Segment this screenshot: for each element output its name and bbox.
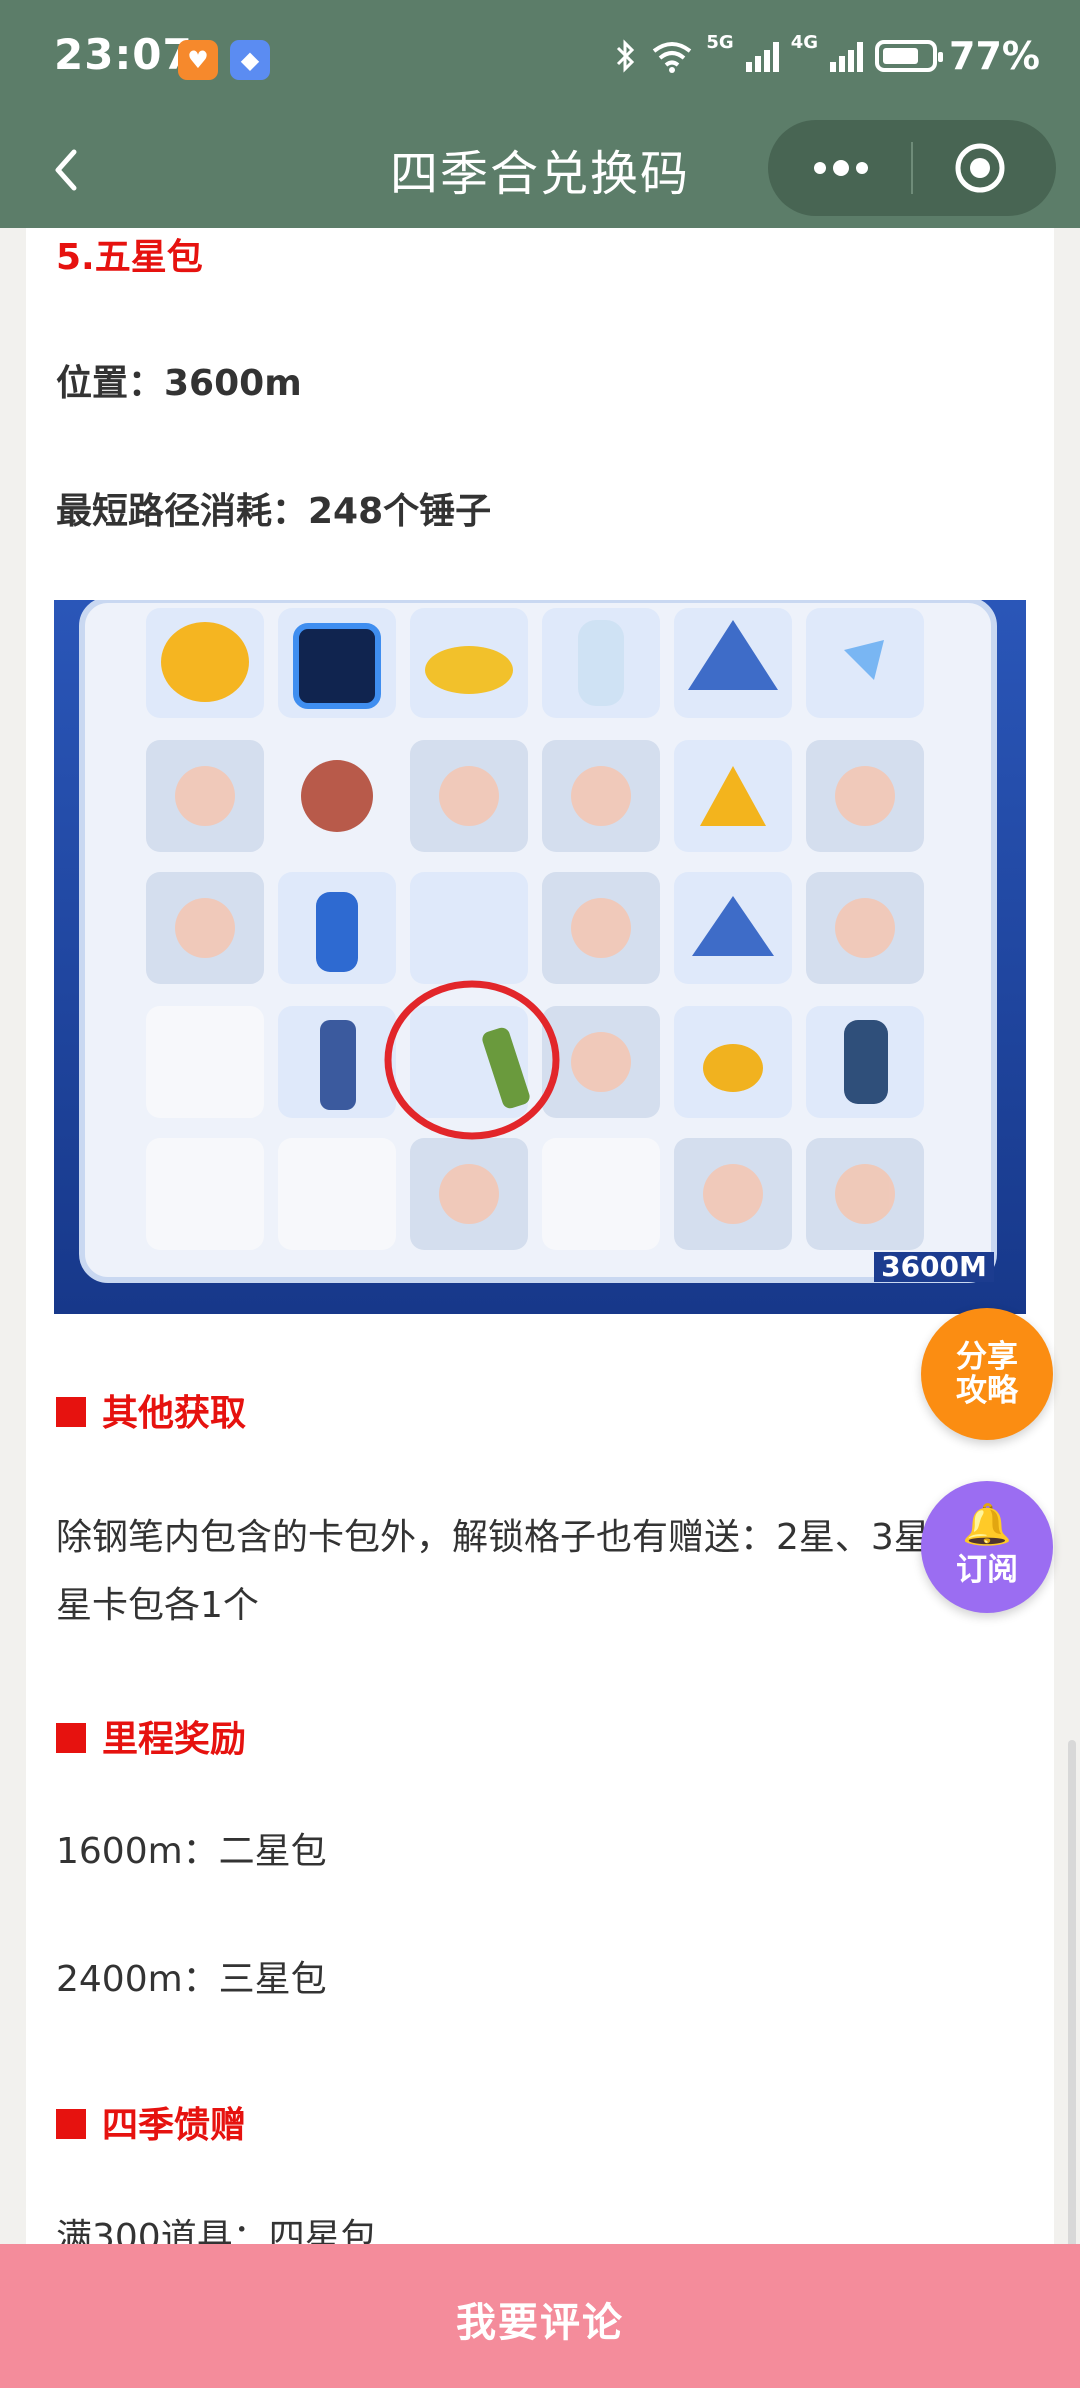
bluetooth-icon (617, 39, 635, 73)
blue-app-icon: ◆ (230, 40, 270, 80)
share-label-2: 攻略 (956, 1373, 1018, 1409)
battery-fill (883, 48, 919, 64)
other-header-text: 其他获取 (102, 1393, 247, 1434)
share-label-1: 分享 (956, 1339, 1018, 1375)
article-content: 5.五星包 位置：3600m 最短路径消耗：248个锤子 3600M 其他获取 … (26, 228, 1054, 2244)
capsule-divider (911, 142, 913, 194)
location-text: 位置：3600m (56, 363, 302, 404)
gift-text: 满300道具：四星包 (56, 2217, 377, 2244)
red-square-bullet (56, 2109, 86, 2139)
subscribe-button[interactable]: 🔔 订阅 (921, 1481, 1053, 1613)
status-indicators: 5G 4G 77% (614, 30, 1040, 82)
signal-icon (745, 40, 779, 72)
battery-percent: 77% (949, 34, 1040, 78)
top-bar: 23:07 ♥ ◆ 5G 4G 77% 四季合兑换码 (0, 0, 1080, 228)
min-cost-text: 最短路径消耗：248个锤子 (56, 491, 492, 532)
mileage-2400: 2400m：三星包 (56, 1959, 327, 2000)
mileage-header: 里程奖励 (56, 1710, 1024, 1762)
battery-icon (875, 40, 944, 72)
wifi-icon (653, 42, 692, 73)
comment-button-label: 我要评论 (456, 2300, 624, 2346)
other-text: 除钢笔内包含的卡包外，解锁格子也有赠送：2星、3星、4星卡包各1个 (56, 1517, 989, 1626)
subscribe-label: 订阅 (956, 1552, 1018, 1588)
mileage-header-text: 里程奖励 (102, 1719, 247, 1760)
nav-bar: 四季合兑换码 (0, 112, 1080, 228)
bell-icon: 🔔 (962, 1502, 1012, 1548)
other-header: 其他获取 (56, 1384, 1024, 1436)
status-time: 23:07 (54, 30, 193, 79)
red-square-bullet (56, 1723, 86, 1753)
mini-program-capsule (768, 120, 1056, 216)
share-guide-button[interactable]: 分享 攻略 (921, 1308, 1053, 1440)
red-square-bullet (56, 1397, 86, 1427)
comment-bar[interactable]: 我要评论 (0, 2244, 1080, 2388)
image-distance-label: 3600M (881, 1250, 987, 1283)
orange-app-icon: ♥ (178, 40, 218, 80)
gift-header-text: 四季馈赠 (102, 2105, 247, 2146)
game-board-image[interactable]: 3600M (54, 600, 1026, 1314)
mileage-1600: 1600m：二星包 (56, 1831, 327, 1872)
battery-tip (938, 52, 944, 62)
network-label-4g: 4G (790, 32, 819, 53)
status-bar: 23:07 ♥ ◆ 5G 4G 77% (0, 0, 1080, 112)
target-close-icon[interactable] (954, 142, 1006, 194)
more-dots-icon[interactable] (806, 142, 876, 194)
network-label-5g: 5G (706, 32, 734, 53)
gift-header: 四季馈赠 (56, 2096, 1024, 2148)
signal-icon-2 (830, 40, 864, 72)
section-title: 5.五星包 (56, 237, 203, 278)
